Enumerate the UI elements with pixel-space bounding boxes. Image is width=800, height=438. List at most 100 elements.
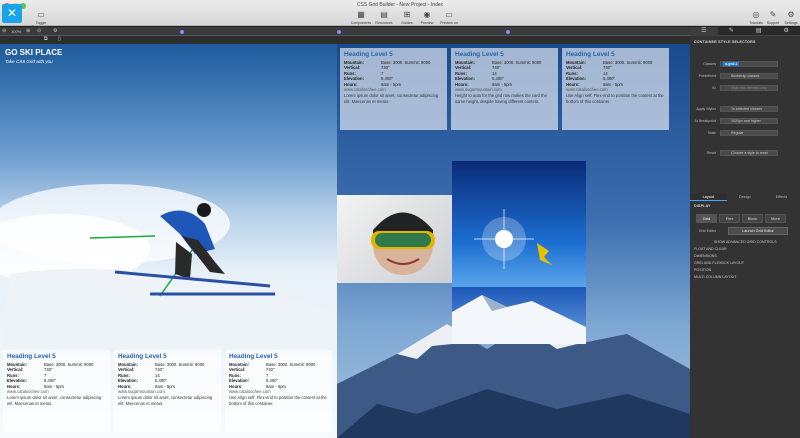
preview-button[interactable]: ◉ Preview: [418, 10, 436, 25]
eye-icon: ◉: [423, 10, 431, 19]
guides-icon: ⊞: [403, 10, 411, 19]
id-label: ID: [712, 86, 716, 90]
grid-marker[interactable]: [337, 30, 341, 34]
resources-button[interactable]: ▤ Resources: [373, 10, 395, 25]
card-url[interactable]: www.sugarmountain.com: [118, 389, 217, 394]
zoom-in-icon[interactable]: ⊕: [26, 28, 30, 34]
breakpoints-icon: ▭: [37, 10, 45, 19]
breakpoint-label: At Breakpoint: [694, 119, 716, 123]
refresh-icon[interactable]: ⚙: [53, 28, 57, 34]
copy-icon[interactable]: ⧉: [44, 36, 48, 42]
accordion-float[interactable]: FLOAT AND CLEAR: [694, 247, 727, 251]
info-card[interactable]: Heading Level 5 Mountain: Base: 3000. Sum…: [114, 350, 221, 432]
tab-design[interactable]: Design: [727, 193, 764, 201]
tutorials-icon: ◎: [752, 10, 760, 19]
style-panel: ☰ ✎ ▤ ⚙ CONTAINER STYLE SELECTORS Classe…: [690, 27, 800, 438]
card-url[interactable]: www.cataloochee.com: [566, 87, 665, 92]
info-card[interactable]: Heading Level 5 Mountain: Base: 3000. Sum…: [3, 350, 110, 432]
preview-on-button[interactable]: ▭ Preview on: [437, 10, 461, 25]
accordion-position[interactable]: POSITION: [694, 268, 711, 272]
predefined-label: Predefined: [698, 74, 716, 78]
card-url[interactable]: www.sugarmountain.com: [455, 87, 554, 92]
reset-select[interactable]: Choose a style to reset: [720, 150, 778, 156]
predefined-select[interactable]: Bootstrap classes: [720, 73, 778, 79]
apply-styles-select[interactable]: To selected classes: [720, 106, 778, 112]
card-heading: Heading Level 5: [566, 51, 615, 58]
display-block-button[interactable]: Block: [742, 214, 763, 223]
card-heading: Heading Level 5: [455, 51, 504, 58]
info-card[interactable]: Heading Level 5 Mountain: Base: 3000. Sum…: [562, 48, 669, 130]
breadcrumb-bar: Grid Box ⧉ ▯: [0, 36, 690, 79]
settings-button[interactable]: ⚙ Settings: [782, 10, 800, 25]
display-more-button[interactable]: More: [765, 214, 786, 223]
zoom-out-icon[interactable]: ⊖: [2, 28, 6, 34]
card-url[interactable]: www.cataloochee.com: [7, 389, 106, 394]
resources-icon: ▤: [380, 10, 388, 19]
title-bar: CSS Grid Builder - New Project - Index ✕…: [0, 0, 800, 29]
page-icon: ▤: [755, 28, 762, 34]
accordion-grid-flexbox[interactable]: GRID AND FLEXBOX LAYOUT: [694, 261, 744, 265]
goggles-photo: [337, 195, 470, 283]
display-grid-button[interactable]: Grid: [696, 214, 717, 223]
tab-brush[interactable]: ✎: [718, 27, 746, 36]
id-input[interactable]: Style this element only: [720, 85, 778, 91]
monitor-icon: ▭: [445, 10, 453, 19]
breakpoint-select[interactable]: 1024px and higher: [720, 118, 778, 124]
site-tagline: Take CSS Grid with you: [5, 59, 53, 64]
support-icon: ✎: [769, 10, 777, 19]
state-label: State: [707, 131, 716, 135]
panel-tabs: ☰ ✎ ▤ ⚙: [690, 27, 800, 36]
card-heading: Heading Level 5: [344, 51, 393, 58]
info-card[interactable]: Heading Level 5 Mountain: Base: 3000. Sum…: [451, 48, 558, 130]
support-button[interactable]: ✎ Support: [765, 10, 781, 25]
card-text: Use Align self: Flex-end to position the…: [566, 93, 664, 105]
design-canvas[interactable]: GO SKI PLACE Take CSS Grid with you Head…: [0, 44, 690, 438]
top-ruler: ⊖ 100% ⊕ ⊙ ⚙: [0, 27, 690, 36]
state-select[interactable]: Regular: [720, 130, 778, 136]
card-text: Lorem ipsum dolor sit amet, consectetur …: [344, 93, 439, 105]
apply-styles-label: Apply Styles: [696, 107, 716, 111]
info-card[interactable]: Heading Level 5 Mountain: Base: 3000. Sum…: [225, 350, 332, 432]
tab-effects[interactable]: Effects: [763, 193, 800, 201]
components-button[interactable]: ▦ Components: [350, 10, 372, 25]
selectors-section-title: CONTAINER STYLE SELECTORS: [694, 40, 756, 44]
classes-field[interactable]: a-grid-1: [720, 61, 778, 67]
guides-button[interactable]: ⊞ Guides: [396, 10, 418, 25]
gear-icon: ⚙: [783, 28, 789, 34]
components-icon: ▦: [357, 10, 365, 19]
card-text: Height to auto for the grid row makes th…: [455, 93, 547, 105]
launch-grid-editor-button[interactable]: Launch Grid Editor: [728, 227, 788, 235]
info-card[interactable]: Heading Level 5 Mountain: Base: 3000. Sum…: [340, 48, 447, 130]
card-text: Lorem ipsum dolor sit amet, consectetur …: [7, 395, 102, 407]
tab-layout[interactable]: Layout: [690, 193, 727, 201]
zoom-level[interactable]: 100%: [11, 29, 21, 34]
reset-label: Reset: [706, 151, 716, 155]
tab-page[interactable]: ▤: [745, 27, 773, 36]
accordion-multicolumn[interactable]: MULTI-COLUMN LAYOUT: [694, 275, 736, 279]
layers-icon: ☰: [701, 28, 707, 34]
sun-sky-photo: [452, 161, 586, 287]
card-url[interactable]: www.cataloochee.com: [229, 389, 328, 394]
card-text: Lorem ipsum dolor sit amet, consectetur …: [118, 395, 213, 407]
window-title: CSS Grid Builder - New Project - Index: [356, 2, 444, 8]
app-logo-icon[interactable]: ✕: [2, 4, 22, 23]
fit-icon[interactable]: ⊙: [37, 28, 41, 34]
card-url[interactable]: www.cataloochee.com: [344, 87, 443, 92]
tab-settings[interactable]: ⚙: [773, 27, 800, 36]
skier-photo: [0, 184, 337, 354]
accordion-dimensions[interactable]: DIMENSIONS: [694, 254, 717, 258]
display-flex-button[interactable]: Flex: [719, 214, 740, 223]
card-heading: Heading Level 5: [229, 353, 278, 360]
grid-marker[interactable]: [180, 30, 184, 34]
classes-label: Classes: [703, 62, 716, 66]
tutorials-button[interactable]: ◎ Tutorials: [747, 10, 765, 25]
delete-icon[interactable]: ▯: [58, 36, 61, 42]
grid-editor-label: Grid Editor: [698, 229, 716, 233]
grid-marker[interactable]: [506, 30, 510, 34]
card-heading: Heading Level 5: [7, 353, 56, 360]
class-chip[interactable]: a-grid-1: [723, 62, 740, 66]
snow-peak-photo: [452, 287, 586, 344]
gear-icon: ⚙: [787, 10, 795, 19]
advanced-grid-toggle[interactable]: SHOW ADVANCED GRID CONTROLS: [714, 240, 777, 244]
tab-layers[interactable]: ☰: [690, 27, 718, 36]
